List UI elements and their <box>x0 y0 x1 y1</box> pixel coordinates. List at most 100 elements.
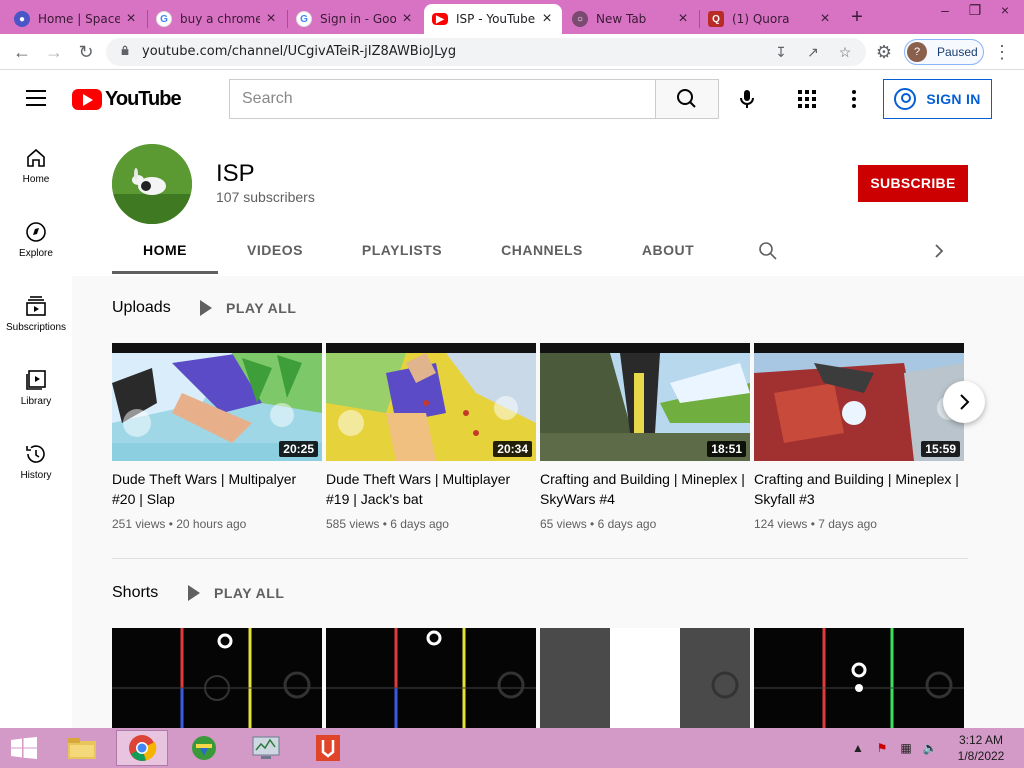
subscribe-button[interactable]: SUBSCRIBE <box>858 165 968 202</box>
tab-new-tab[interactable]: ○ New Tab × <box>564 4 698 34</box>
action-center-icon[interactable]: ⚑ <box>874 740 890 756</box>
uploads-heading[interactable]: Uploads <box>112 299 171 317</box>
channel-name: ISP <box>216 160 255 187</box>
youtube-logo[interactable]: YouTube <box>72 88 182 111</box>
shorts-heading[interactable]: Shorts <box>112 584 158 602</box>
restore-icon[interactable]: ❐ <box>960 0 990 22</box>
account-icon <box>894 88 917 110</box>
close-tab-icon[interactable]: × <box>124 10 138 28</box>
video-title[interactable]: Dude Theft Wars | Multipalyer #20 | Slap <box>112 469 322 509</box>
upload-age: 7 days ago <box>818 517 877 531</box>
menu-icon[interactable] <box>26 90 46 106</box>
chrome-icon <box>129 735 157 761</box>
close-tab-icon[interactable]: × <box>540 10 554 28</box>
search-button[interactable] <box>655 79 719 119</box>
short-thumbnail[interactable] <box>540 628 750 728</box>
extensions-icon[interactable]: ⚙ <box>872 40 896 64</box>
network-icon[interactable]: ▦ <box>898 740 914 756</box>
rail-item-history[interactable]: History <box>0 424 72 498</box>
rail-item-explore[interactable]: Explore <box>0 202 72 276</box>
tab-isp-youtube[interactable]: ▶ ISP - YouTube × <box>424 4 562 34</box>
file-explorer-taskbar-button[interactable] <box>56 730 108 766</box>
settings-dots-icon[interactable] <box>846 88 862 110</box>
video-thumbnail[interactable]: 15:59 <box>754 343 964 461</box>
video-thumbnail[interactable]: 18:51 <box>540 343 750 461</box>
rail-item-library[interactable]: Library <box>0 350 72 424</box>
video-title[interactable]: Crafting and Building | Mineplex | Skyfa… <box>754 469 964 509</box>
thumbnail-image <box>112 628 322 728</box>
video-card[interactable]: 15:59 Crafting and Building | Mineplex |… <box>754 343 964 531</box>
bookmark-star-icon[interactable]: ☆ <box>836 43 854 61</box>
browser-menu-icon[interactable]: ⋮ <box>990 40 1014 64</box>
video-card[interactable]: 20:34 Dude Theft Wars | Multiplayer #19 … <box>326 343 536 531</box>
tab-playlists[interactable]: PLAYLISTS <box>354 236 450 274</box>
tab-sign-in[interactable]: G Sign in - Goo × <box>288 4 422 34</box>
close-tab-icon[interactable]: × <box>400 10 414 28</box>
close-tab-icon[interactable]: × <box>264 10 278 28</box>
profile-status: Paused <box>937 45 978 59</box>
volume-muted-icon[interactable]: 🔈 <box>922 740 938 756</box>
close-tab-icon[interactable]: × <box>818 10 832 28</box>
tab-quora[interactable]: Q (1) Quora × <box>700 4 840 34</box>
tab-buy-chrome[interactable]: G buy a chrome × <box>148 4 286 34</box>
video-meta: 251 views • 20 hours ago <box>112 517 247 531</box>
reload-icon[interactable]: ↻ <box>74 40 98 64</box>
task-manager-taskbar-button[interactable] <box>240 730 292 766</box>
short-thumbnail[interactable] <box>112 628 322 728</box>
video-duration: 20:25 <box>279 441 318 457</box>
shorts-play-all-button[interactable]: PLAY ALL <box>188 585 284 601</box>
new-tab-button[interactable]: + <box>846 6 868 28</box>
address-bar[interactable]: youtube.com/channel/UCgivATeiR-jIZ8AWBio… <box>106 38 866 66</box>
rail-item-subscriptions[interactable]: Subscriptions <box>0 276 72 350</box>
short-thumbnail[interactable] <box>326 628 536 728</box>
upload-age: 6 days ago <box>597 517 657 531</box>
share-icon[interactable]: ↗ <box>804 43 822 61</box>
download-manager-taskbar-button[interactable] <box>178 730 230 766</box>
chrome-taskbar-button[interactable] <box>116 730 168 766</box>
install-icon[interactable]: ↧ <box>772 43 790 61</box>
show-hidden-icons[interactable]: ▲ <box>850 740 866 756</box>
video-title[interactable]: Crafting and Building | Mineplex | SkyWa… <box>540 469 750 509</box>
minimize-icon[interactable]: – <box>930 0 960 22</box>
app-taskbar-button[interactable] <box>302 730 354 766</box>
channel-search-icon[interactable] <box>758 241 778 261</box>
tab-videos[interactable]: VIDEOS <box>238 236 312 274</box>
windows-logo-icon <box>11 737 37 759</box>
clock-date: 1/8/2022 <box>957 749 1005 763</box>
start-button[interactable] <box>0 730 48 766</box>
video-title[interactable]: Dude Theft Wars | Multiplayer #19 | Jack… <box>326 469 536 509</box>
search-input[interactable]: Search <box>229 79 656 119</box>
video-card[interactable]: 18:51 Crafting and Building | Mineplex |… <box>540 343 750 531</box>
home-icon <box>27 148 45 167</box>
forward-arrow-icon[interactable]: → <box>42 40 66 64</box>
back-arrow-icon[interactable]: ← <box>10 40 34 64</box>
rail-item-home[interactable]: Home <box>0 128 72 202</box>
channel-avatar[interactable] <box>112 144 192 224</box>
google-icon: G <box>296 11 312 27</box>
subscriptions-icon <box>26 296 46 316</box>
system-clock[interactable]: 3:12 AM 1/8/2022 <box>950 732 1012 764</box>
video-meta: 124 views • 7 days ago <box>754 517 877 531</box>
tab-about[interactable]: ABOUT <box>634 236 702 274</box>
rail-label: Subscriptions <box>5 322 67 333</box>
uploads-play-all-button[interactable]: PLAY ALL <box>200 300 296 316</box>
tab-channels[interactable]: CHANNELS <box>492 236 592 274</box>
close-window-icon[interactable]: × <box>990 0 1020 22</box>
video-card[interactable]: 20:25 Dude Theft Wars | Multipalyer #20 … <box>112 343 322 531</box>
url-text[interactable]: youtube.com/channel/UCgivATeiR-jIZ8AWBio… <box>142 44 456 59</box>
video-thumbnail[interactable]: 20:34 <box>326 343 536 461</box>
short-thumbnail[interactable] <box>754 628 964 728</box>
video-thumbnail[interactable]: 20:25 <box>112 343 322 461</box>
profile-button[interactable]: ? Paused <box>904 39 984 65</box>
chevron-right-icon[interactable] <box>932 241 946 261</box>
tab-space[interactable]: ● Home | Space × <box>6 4 146 34</box>
apps-grid-icon[interactable] <box>798 90 816 108</box>
close-tab-icon[interactable]: × <box>676 10 690 28</box>
sign-in-button[interactable]: SIGN IN <box>883 79 992 119</box>
tab-home[interactable]: HOME <box>112 236 218 274</box>
microphone-icon[interactable] <box>736 88 758 110</box>
idm-icon <box>192 736 216 760</box>
compass-icon <box>26 222 46 242</box>
carousel-next-icon[interactable] <box>943 381 985 423</box>
lock-icon[interactable] <box>120 45 130 55</box>
